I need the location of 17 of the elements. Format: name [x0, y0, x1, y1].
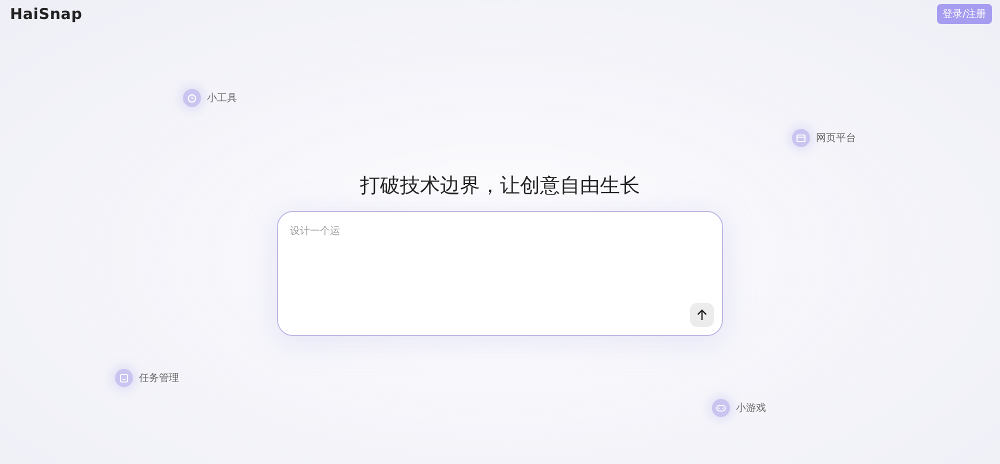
- prompt-field[interactable]: 设计一个运: [277, 211, 723, 336]
- feature-icon-badge[interactable]: [792, 129, 810, 147]
- card-icon: [796, 133, 806, 143]
- logo[interactable]: HaiSnap: [10, 5, 82, 23]
- task-icon: [119, 373, 129, 383]
- clock-icon: [187, 93, 197, 103]
- feature-icon-badge[interactable]: [712, 399, 730, 417]
- send-button[interactable]: [690, 303, 714, 327]
- gamepad-icon: [716, 403, 726, 413]
- headline: 打破技术边界，让创意自由生长: [360, 172, 640, 199]
- feature-icon-badge[interactable]: [183, 89, 201, 107]
- arrow-up-icon: [696, 309, 708, 321]
- feature-label[interactable]: 网页平台: [816, 131, 856, 145]
- feature-label[interactable]: 任务管理: [139, 371, 179, 385]
- feature-label[interactable]: 小游戏: [736, 401, 766, 415]
- feature-label[interactable]: 小工具: [207, 91, 237, 105]
- feature-icon-badge[interactable]: [115, 369, 133, 387]
